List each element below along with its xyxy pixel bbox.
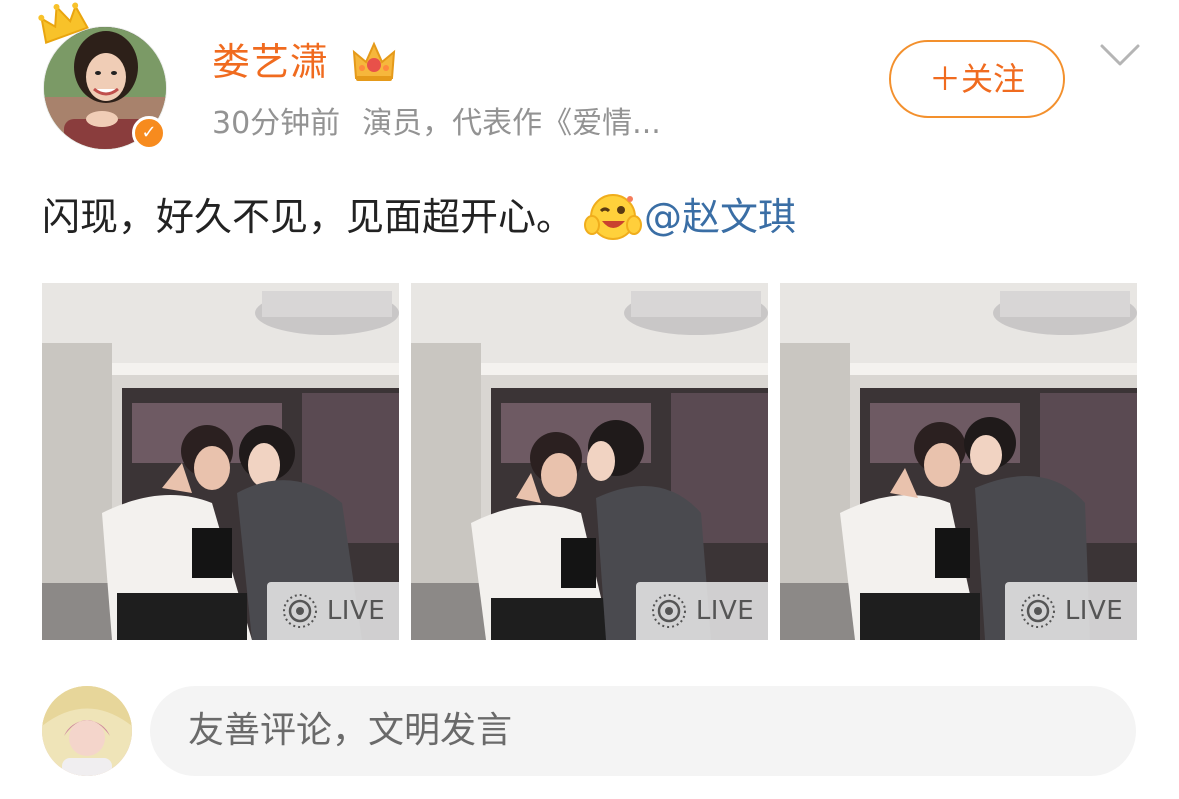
chevron-down-icon[interactable] — [1098, 40, 1142, 70]
vip-crown-icon[interactable] — [350, 38, 398, 84]
follow-button[interactable]: ＋关注 — [889, 40, 1065, 118]
live-photo-badge: LIVE — [1005, 582, 1137, 640]
live-photo-icon — [1020, 594, 1055, 628]
wink-emoji-icon — [584, 193, 643, 240]
post-meta: 30分钟前 演员，代表作《爱情... — [212, 104, 661, 144]
mention-link[interactable]: @赵文琪 — [644, 195, 796, 239]
author-avatar-container[interactable]: ✓ — [38, 2, 168, 150]
author-name[interactable]: 娄艺潇 — [212, 38, 329, 86]
live-label: LIVE — [326, 596, 386, 626]
post-photo-2[interactable]: LIVE — [411, 283, 768, 640]
current-user-avatar[interactable] — [42, 686, 132, 776]
author-bio: 演员，代表作《爱情... — [362, 106, 661, 141]
post-text: 闪现，好久不见，见面超开心。 — [42, 195, 575, 239]
live-photo-badge: LIVE — [267, 582, 399, 640]
live-label: LIVE — [695, 596, 755, 626]
post-time: 30分钟前 — [212, 106, 341, 141]
post-photo-1[interactable]: LIVE — [42, 283, 399, 640]
post-content: 闪现，好久不见，见面超开心。 @赵文琪 — [42, 190, 796, 247]
verified-icon: ✓ — [132, 116, 166, 150]
live-photo-icon — [282, 594, 317, 628]
comment-input[interactable]: 友善评论，文明发言 — [150, 686, 1136, 776]
live-photo-badge: LIVE — [636, 582, 768, 640]
live-photo-icon — [651, 594, 686, 628]
live-label: LIVE — [1064, 596, 1124, 626]
post-photo-3[interactable]: LIVE — [780, 283, 1137, 640]
